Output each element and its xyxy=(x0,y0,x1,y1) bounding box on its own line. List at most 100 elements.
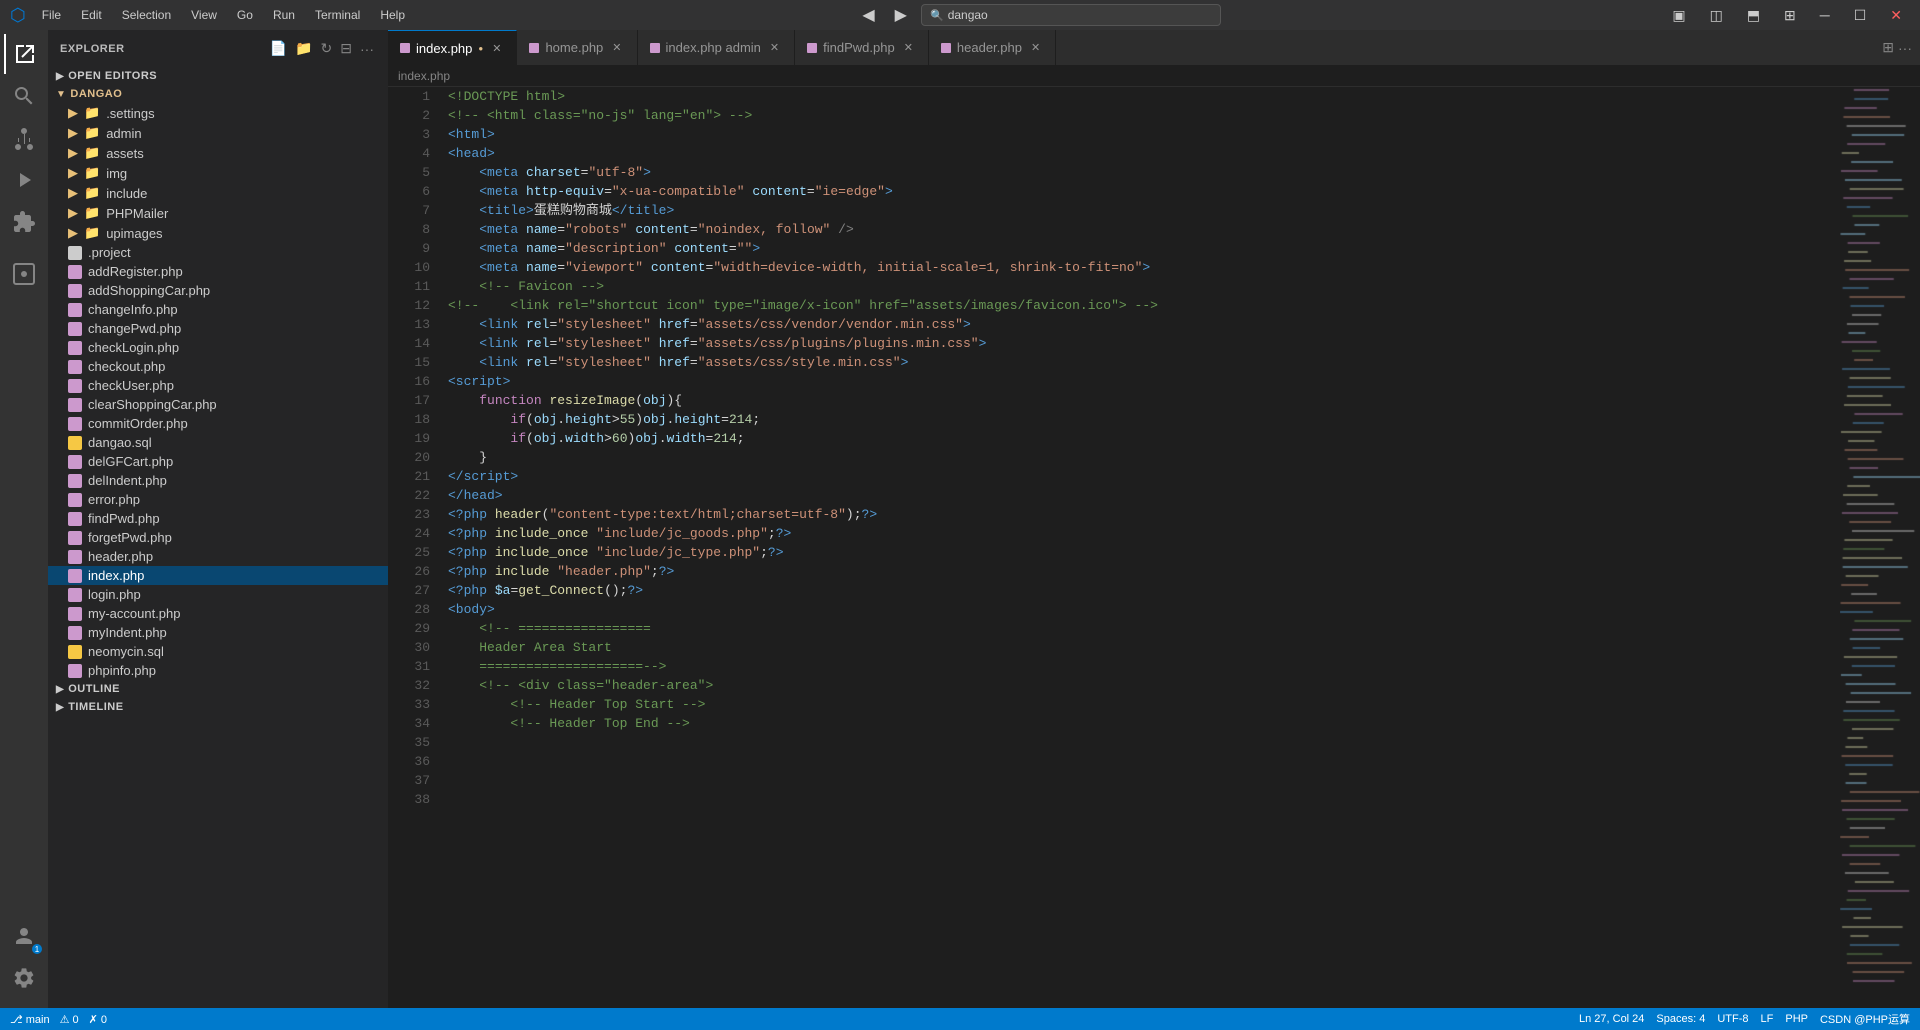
timeline-label: TIMELINE xyxy=(68,701,123,713)
outline-section[interactable]: ▶ OUTLINE xyxy=(48,680,388,698)
code-content[interactable]: <!DOCTYPE html><!-- <html class="no-js" … xyxy=(438,87,1840,1008)
layout-icon[interactable]: ▣ xyxy=(1664,5,1693,26)
menu-go[interactable]: Go xyxy=(229,6,261,24)
settings-activity-icon[interactable] xyxy=(4,958,44,998)
new-file-button[interactable]: 📄 xyxy=(268,38,289,59)
indent-size[interactable]: Spaces: 4 xyxy=(1656,1013,1705,1025)
tree-item-commitOrderphp[interactable]: commitOrder.php xyxy=(48,414,388,433)
dangao-section[interactable]: ▼ DANGAO xyxy=(48,85,388,103)
accounts-activity-icon[interactable]: 1 xyxy=(4,916,44,956)
tab-index.php_admin[interactable]: index.php admin✕ xyxy=(638,30,796,65)
tree-item-dangaosql[interactable]: dangao.sql xyxy=(48,433,388,452)
git-branch[interactable]: ⎇ main xyxy=(10,1013,50,1026)
close-button[interactable]: ✕ xyxy=(1882,5,1910,26)
tree-item-admin[interactable]: ▶📁admin xyxy=(48,123,388,143)
tree-item-loginphp[interactable]: login.php xyxy=(48,585,388,604)
dangao-label: DANGAO xyxy=(70,88,122,100)
menu-edit[interactable]: Edit xyxy=(73,6,110,24)
nav-forward-button[interactable]: ▶ xyxy=(889,3,913,27)
tab-header.php[interactable]: header.php✕ xyxy=(929,30,1056,65)
tree-item-checkLoginphp[interactable]: checkLogin.php xyxy=(48,338,388,357)
file-encoding[interactable]: UTF-8 xyxy=(1717,1013,1748,1025)
tree-item-project[interactable]: .project xyxy=(48,243,388,262)
new-folder-button[interactable]: 📁 xyxy=(293,38,314,59)
tree-item-delIndentphp[interactable]: delIndent.php xyxy=(48,471,388,490)
line-number: 1 xyxy=(396,87,430,106)
tab-home.php[interactable]: home.php✕ xyxy=(517,30,637,65)
sidebar-more-button[interactable]: ··· xyxy=(358,38,376,59)
code-line: <!DOCTYPE html> xyxy=(448,87,1830,106)
line-number: 34 xyxy=(396,714,430,733)
tree-item-phpinfophp[interactable]: phpinfo.php xyxy=(48,661,388,680)
collapse-button[interactable]: ⊟ xyxy=(338,38,354,59)
menu-view[interactable]: View xyxy=(183,6,225,24)
open-editors-section[interactable]: ▶ OPEN EDITORS xyxy=(48,67,388,85)
tabs-container: index.php●✕home.php✕index.php admin✕find… xyxy=(388,30,1056,65)
more-actions-button[interactable]: ··· xyxy=(1898,40,1912,56)
tree-item-label: checkout.php xyxy=(88,359,165,374)
layout-options[interactable]: ⊞ xyxy=(1776,5,1804,26)
refresh-button[interactable]: ↻ xyxy=(319,38,335,59)
tree-item-changePwdphp[interactable]: changePwd.php xyxy=(48,319,388,338)
tree-item-errorphp[interactable]: error.php xyxy=(48,490,388,509)
tree-item-forgetPwdphp[interactable]: forgetPwd.php xyxy=(48,528,388,547)
tabs-right: ⊞ ··· xyxy=(1882,39,1920,56)
tree-item-settings[interactable]: ▶📁.settings xyxy=(48,103,388,123)
tab-close-button[interactable]: ✕ xyxy=(767,40,782,55)
menu-selection[interactable]: Selection xyxy=(114,6,179,24)
sidebar-toggle[interactable]: ◫ xyxy=(1702,5,1731,26)
tree-item-upimages[interactable]: ▶📁upimages xyxy=(48,223,388,243)
tree-item-img[interactable]: ▶📁img xyxy=(48,163,388,183)
tab-close-button[interactable]: ✕ xyxy=(489,41,504,56)
menu-terminal[interactable]: Terminal xyxy=(307,6,368,24)
line-ending[interactable]: LF xyxy=(1761,1013,1774,1025)
tree-item-assets[interactable]: ▶📁assets xyxy=(48,143,388,163)
split-editor-button[interactable]: ⊞ xyxy=(1882,39,1894,56)
menu-help[interactable]: Help xyxy=(372,6,413,24)
tree-item-clearShoppingCarphp[interactable]: clearShoppingCar.php xyxy=(48,395,388,414)
tree-item-label: neomycin.sql xyxy=(88,644,164,659)
tree-item-neomycinsql[interactable]: neomycin.sql xyxy=(48,642,388,661)
remote-explorer-activity-icon[interactable] xyxy=(4,254,44,294)
run-debug-activity-icon[interactable] xyxy=(4,160,44,200)
explorer-activity-icon[interactable] xyxy=(4,34,44,74)
nav-back-button[interactable]: ◀ xyxy=(856,3,880,27)
panel-toggle[interactable]: ⬒ xyxy=(1739,5,1768,26)
tree-item-headerphp[interactable]: header.php xyxy=(48,547,388,566)
errors-count[interactable]: ✗ 0 xyxy=(89,1013,107,1026)
maximize-button[interactable]: ☐ xyxy=(1846,5,1875,26)
tree-item-findPwdphp[interactable]: findPwd.php xyxy=(48,509,388,528)
source-control-activity-icon[interactable] xyxy=(4,118,44,158)
menu-file[interactable]: File xyxy=(34,6,69,24)
minimize-button[interactable]: ─ xyxy=(1812,5,1838,25)
tab-close-button[interactable]: ✕ xyxy=(901,40,916,55)
tab-close-button[interactable]: ✕ xyxy=(609,40,624,55)
line-number: 9 xyxy=(396,239,430,258)
cursor-position[interactable]: Ln 27, Col 24 xyxy=(1579,1013,1644,1025)
warnings-count[interactable]: ⚠ 0 xyxy=(60,1013,79,1026)
tree-item-PHPMailer[interactable]: ▶📁PHPMailer xyxy=(48,203,388,223)
sidebar: EXPLORER 📄 📁 ↻ ⊟ ··· ▶ OPEN EDITORS ▼ DA… xyxy=(48,30,388,1008)
tab-close-button[interactable]: ✕ xyxy=(1028,40,1043,55)
line-number: 5 xyxy=(396,163,430,182)
tree-item-my-accountphp[interactable]: my-account.php xyxy=(48,604,388,623)
tree-item-checkUserphp[interactable]: checkUser.php xyxy=(48,376,388,395)
global-search-bar[interactable]: 🔍 dangao xyxy=(921,4,1221,26)
tree-item-indexphp[interactable]: index.php xyxy=(48,566,388,585)
tree-item-addShoppingCarphp[interactable]: addShoppingCar.php xyxy=(48,281,388,300)
extensions-activity-icon[interactable] xyxy=(4,202,44,242)
tab-index.php[interactable]: index.php●✕ xyxy=(388,30,517,65)
file-tree: ▶ OPEN EDITORS ▼ DANGAO ▶📁.settings▶📁adm… xyxy=(48,67,388,1008)
tree-item-delGFCartphp[interactable]: delGFCart.php xyxy=(48,452,388,471)
tree-item-addRegisterphp[interactable]: addRegister.php xyxy=(48,262,388,281)
line-number: 38 xyxy=(396,790,430,809)
tree-item-checkoutphp[interactable]: checkout.php xyxy=(48,357,388,376)
tab-findPwd.php[interactable]: findPwd.php✕ xyxy=(795,30,929,65)
tree-item-include[interactable]: ▶📁include xyxy=(48,183,388,203)
language-mode[interactable]: PHP xyxy=(1785,1013,1808,1025)
tree-item-changeInfophp[interactable]: changeInfo.php xyxy=(48,300,388,319)
tree-item-myIndentphp[interactable]: myIndent.php xyxy=(48,623,388,642)
timeline-section[interactable]: ▶ TIMELINE xyxy=(48,698,388,716)
menu-run[interactable]: Run xyxy=(265,6,303,24)
search-activity-icon[interactable] xyxy=(4,76,44,116)
